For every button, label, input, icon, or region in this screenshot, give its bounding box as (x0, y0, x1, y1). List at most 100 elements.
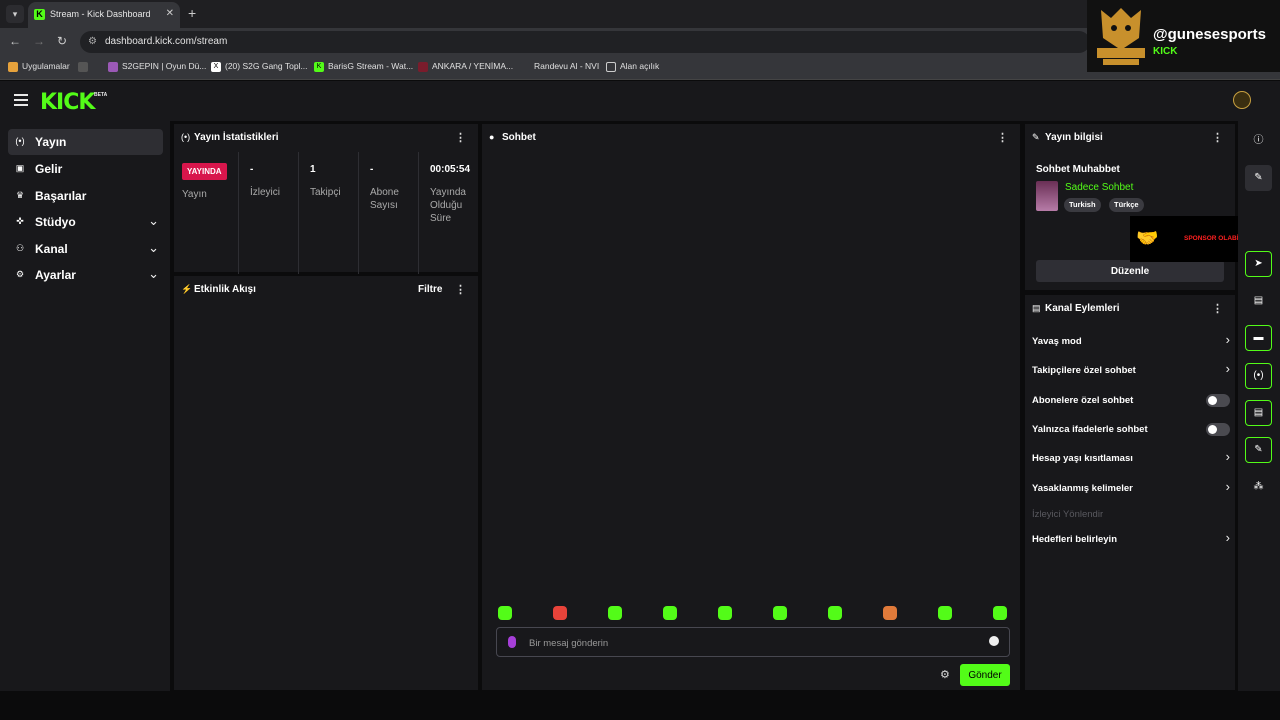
chat-settings-icon[interactable]: ⚙ (940, 668, 950, 681)
category-link[interactable]: Sadece Sohbet (1065, 182, 1133, 193)
notes-icon[interactable]: ▤ (1245, 288, 1272, 314)
bookmark-x[interactable]: X (20) S2G Gang Topl... (211, 61, 308, 72)
emote-icon[interactable] (828, 606, 842, 620)
back-icon[interactable]: ← (9, 34, 21, 48)
action-label: Hedefleri belirleyin (1032, 534, 1118, 545)
emote-icon[interactable] (553, 606, 567, 620)
action-slow-mode[interactable]: Yavaş mod › (1032, 332, 1230, 352)
emote-icon[interactable] (498, 606, 512, 620)
subscribers-only-toggle[interactable] (1206, 394, 1230, 407)
bookmark-ankara[interactable]: ANKARA / YENİMA... (418, 61, 513, 72)
emotes-only-toggle[interactable] (1206, 423, 1230, 436)
action-set-goals[interactable]: Hedefleri belirleyin › (1032, 530, 1230, 550)
action-label: İzleyici Yönlendir (1032, 509, 1104, 520)
emote-icon[interactable] (993, 606, 1007, 620)
action-banned-words[interactable]: Yasaklanmış kelimeler › (1032, 479, 1230, 499)
emote-icon[interactable] (608, 606, 622, 620)
bookmark-barisg[interactable]: K BarisG Stream - Wat... (314, 61, 413, 72)
reload-icon[interactable]: ↻ (57, 34, 67, 48)
new-tab-icon[interactable]: + (188, 5, 196, 21)
tag-badge: Türkçe (1109, 198, 1144, 212)
emote-icon[interactable] (883, 606, 897, 620)
forward-icon[interactable]: → (33, 34, 45, 48)
panel-title: Kanal Eylemleri (1045, 303, 1120, 314)
chat-input-box (496, 627, 1010, 657)
kick-logo[interactable]: KICK (40, 90, 95, 115)
emote-bar (496, 606, 1026, 626)
tab-search-dropdown-icon[interactable]: ▾ (6, 5, 24, 23)
activity-feed-panel: ⚡ Etkinlik Akışı Filtre ⋮ (174, 276, 478, 690)
channel-actions-icon[interactable]: ▤ (1245, 400, 1272, 426)
bookmark-s2gepin[interactable]: S2GEPIN | Oyun Dü... (108, 61, 206, 72)
microphone-icon[interactable] (508, 636, 516, 648)
tab-close-icon[interactable]: ✕ (166, 8, 174, 19)
stat-label: Takipçi (310, 187, 341, 198)
emote-icon[interactable] (663, 606, 677, 620)
emote-icon[interactable] (938, 606, 952, 620)
chat-panel: ● Sohbet ⋮ ⚙ Gönder (482, 124, 1020, 690)
panel-header: ▤ Kanal Eylemleri ⋮ (1025, 295, 1235, 323)
bookmark-nvi[interactable]: Randevu Al - NVI (520, 61, 599, 72)
address-bar[interactable]: ⚙ dashboard.kick.com/stream (80, 31, 1090, 53)
wrench-icon: ✎ (1032, 132, 1040, 142)
chat-message-input[interactable] (529, 635, 969, 651)
more-options-icon[interactable]: ⋮ (455, 283, 466, 296)
info-icon[interactable]: ⓘ (1245, 128, 1272, 154)
menu-icon[interactable] (14, 94, 28, 106)
sidebar-item-label: Ayarlar (35, 268, 76, 282)
more-options-icon[interactable]: ⋮ (1212, 131, 1223, 144)
stat-live: YAYINDA Yayın (174, 152, 238, 274)
sidebar-item-label: Gelir (35, 162, 63, 176)
chevron-right-icon: › (1225, 332, 1230, 347)
bookmark-grid[interactable] (78, 61, 92, 72)
action-label: Yalnızca ifadelerle sohbet (1032, 424, 1148, 435)
more-options-icon[interactable]: ⋮ (455, 131, 466, 144)
handshake-icon: 🤝 (1136, 228, 1159, 248)
emote-icon[interactable] (718, 606, 732, 620)
live-badge: YAYINDA (182, 163, 227, 180)
bookmark-label: (20) S2G Gang Topl... (225, 61, 308, 71)
stat-value: - (370, 164, 374, 175)
bookmark-apps[interactable]: Uygulamalar (8, 61, 70, 72)
kick-icon: K (314, 61, 324, 72)
browser-tab[interactable]: K Stream - Kick Dashboard ✕ (28, 2, 180, 28)
category-thumbnail (1036, 181, 1058, 211)
emoji-icon[interactable] (989, 636, 999, 646)
panel-title: Etkinlik Akışı (194, 284, 256, 295)
more-widgets-icon[interactable]: ⁂ (1245, 474, 1272, 500)
filter-button[interactable]: Filtre (418, 284, 442, 295)
apps-grid-icon (8, 61, 18, 72)
broadcast-icon[interactable]: (•) (1245, 363, 1272, 389)
gunes-esports-logo (1097, 8, 1145, 65)
send-button[interactable]: Gönder (960, 664, 1010, 686)
sidebar-item-studyo[interactable]: ✜ Stüdyo ⌄ (8, 209, 163, 235)
sidebar-item-basarilar[interactable]: ♛ Başarılar (8, 183, 163, 209)
watermark-kick: KICK (1153, 46, 1178, 57)
stat-label: Yayın (182, 189, 207, 200)
panel-header: ✎ Yayın bilgisi ⋮ (1025, 124, 1235, 152)
trophy-icon: ♛ (15, 190, 25, 200)
nvi-icon (520, 61, 530, 72)
avatar[interactable] (1233, 91, 1251, 109)
bookmark-label: BarisG Stream - Wat... (328, 61, 414, 71)
play-icon[interactable]: ➤ (1245, 251, 1272, 277)
bookmark-folder[interactable]: Alan açılık (606, 61, 659, 72)
site-info-icon[interactable]: ⚙ (88, 36, 97, 47)
chevron-right-icon: › (1225, 449, 1230, 464)
edit-button[interactable]: Düzenle (1036, 260, 1224, 282)
wrench-icon[interactable]: ✎ (1245, 437, 1272, 463)
sidebar-item-gelir[interactable]: ▣ Gelir (8, 156, 163, 182)
more-options-icon[interactable]: ⋮ (997, 131, 1008, 144)
sidebar-item-ayarlar[interactable]: ⚙ Ayarlar ⌄ (8, 262, 163, 288)
channel-actions-icon: ▤ (1032, 303, 1041, 313)
more-options-icon[interactable]: ⋮ (1212, 302, 1223, 315)
emote-icon[interactable] (773, 606, 787, 620)
sidebar-item-yayin[interactable]: (•) Yayın (8, 129, 163, 155)
panel-header: ⚡ Etkinlik Akışı Filtre ⋮ (174, 276, 478, 304)
action-account-age[interactable]: Hesap yaşı kısıtlaması › (1032, 449, 1230, 469)
watermark-handle: @gunesesports (1153, 26, 1266, 43)
edit-icon[interactable]: ✎ (1245, 165, 1272, 191)
sidebar-item-kanal[interactable]: ⚇ Kanal ⌄ (8, 236, 163, 262)
action-followers-only[interactable]: Takipçilere özel sohbet › (1032, 361, 1230, 381)
chat-icon[interactable]: ▬ (1245, 325, 1272, 351)
